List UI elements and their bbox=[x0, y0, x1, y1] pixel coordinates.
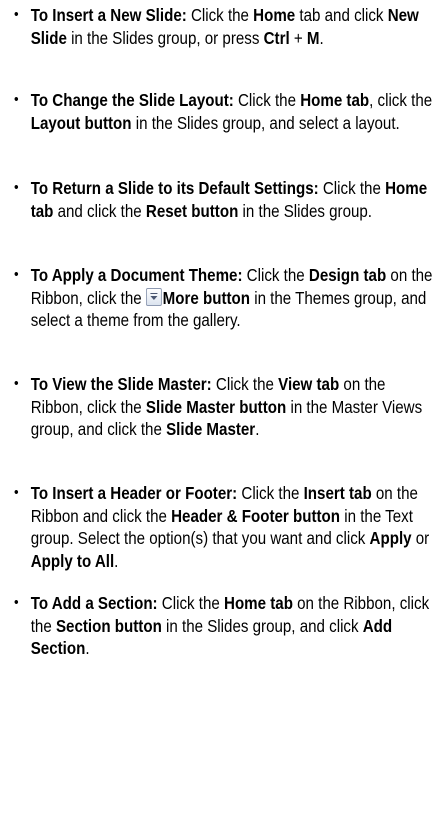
body-text: Click the bbox=[318, 178, 386, 198]
body-text: Click the bbox=[211, 374, 279, 394]
bullet-icon: • bbox=[14, 266, 19, 283]
more-gallery-icon bbox=[145, 287, 162, 306]
bullet-icon: • bbox=[14, 484, 19, 501]
item-text: To View the Slide Master: Click the View… bbox=[31, 373, 442, 441]
body-text: Click the bbox=[242, 265, 309, 285]
item-text: To Add a Section: Click the Home tab on … bbox=[31, 592, 442, 660]
item-title: To Return a Slide to its Default Setting… bbox=[30, 178, 319, 198]
bold-term: Design tab bbox=[308, 265, 387, 285]
bold-term: Slide Master bbox=[166, 419, 256, 439]
bold-term: Insert tab bbox=[303, 483, 372, 503]
list-item: • To Insert a New Slide: Click the Home t… bbox=[14, 4, 442, 49]
bullet-icon: • bbox=[14, 375, 19, 392]
item-title: To Change the Slide Layout: bbox=[30, 90, 234, 110]
list-item: • To View the Slide Master: Click the Vie… bbox=[14, 373, 442, 441]
bullet-icon: • bbox=[14, 91, 19, 108]
list-item: • To Insert a Header or Footer: Click the… bbox=[14, 482, 442, 572]
body-text: Click the bbox=[157, 593, 225, 613]
body-text: . bbox=[114, 550, 119, 571]
list-item: • To Apply a Document Theme: Click the De… bbox=[14, 264, 442, 332]
bold-term: Header & Footer button bbox=[171, 505, 341, 526]
bold-term: Layout button bbox=[30, 112, 132, 133]
body-text: . bbox=[85, 638, 90, 658]
list-item: • To Return a Slide to its Default Settin… bbox=[14, 177, 442, 222]
body-text: , click the bbox=[369, 90, 433, 110]
bold-term: Section button bbox=[55, 615, 162, 636]
item-text: To Return a Slide to its Default Setting… bbox=[31, 177, 442, 222]
bold-term: More button bbox=[162, 287, 251, 308]
body-text: or bbox=[411, 528, 430, 548]
body-text: in the Slides group, and select a layout… bbox=[131, 112, 400, 133]
bold-term: Home tab bbox=[224, 593, 293, 613]
item-text: To Change the Slide Layout: Click the Ho… bbox=[31, 89, 442, 134]
body-text: in the Slides group, and click bbox=[161, 615, 363, 636]
item-title: To Add a Section: bbox=[30, 593, 158, 613]
body-text: . bbox=[255, 419, 260, 439]
bold-term: Home bbox=[253, 5, 296, 25]
body-text: and click the bbox=[53, 200, 146, 221]
bold-term: Apply bbox=[369, 528, 412, 548]
body-text: in the Slides group, or press bbox=[66, 27, 264, 48]
item-text: To Insert a New Slide: Click the Home ta… bbox=[31, 4, 442, 49]
bullet-icon: • bbox=[14, 179, 19, 196]
item-title: To View the Slide Master: bbox=[30, 374, 212, 394]
bold-term: Reset button bbox=[145, 200, 239, 221]
bold-term: View tab bbox=[278, 374, 340, 394]
body-text: . bbox=[319, 27, 324, 48]
bold-term: Apply to All bbox=[30, 550, 115, 571]
bold-term: Ctrl bbox=[263, 27, 290, 48]
list-item: • To Add a Section: Click the Home tab on… bbox=[14, 592, 442, 660]
body-text: Click the bbox=[233, 90, 301, 110]
body-text: tab and click bbox=[295, 5, 388, 25]
body-text: in the Slides group. bbox=[238, 200, 373, 221]
item-title: To Apply a Document Theme: bbox=[30, 265, 243, 285]
item-text: To Insert a Header or Footer: Click the … bbox=[31, 482, 442, 572]
bullet-icon: • bbox=[14, 6, 19, 23]
bold-term: Home tab bbox=[300, 90, 370, 110]
item-title: To Insert a Header or Footer: bbox=[30, 483, 238, 503]
body-text: Click the bbox=[237, 483, 304, 503]
bold-term: Slide Master button bbox=[145, 396, 287, 417]
list-item: • To Change the Slide Layout: Click the H… bbox=[14, 89, 442, 134]
item-text: To Apply a Document Theme: Click the Des… bbox=[31, 264, 442, 332]
bullet-icon: • bbox=[14, 594, 19, 611]
item-title: To Insert a New Slide: bbox=[30, 5, 187, 25]
bold-term: M bbox=[306, 27, 320, 48]
body-text: Click the bbox=[186, 5, 254, 25]
body-text: + bbox=[289, 27, 307, 48]
